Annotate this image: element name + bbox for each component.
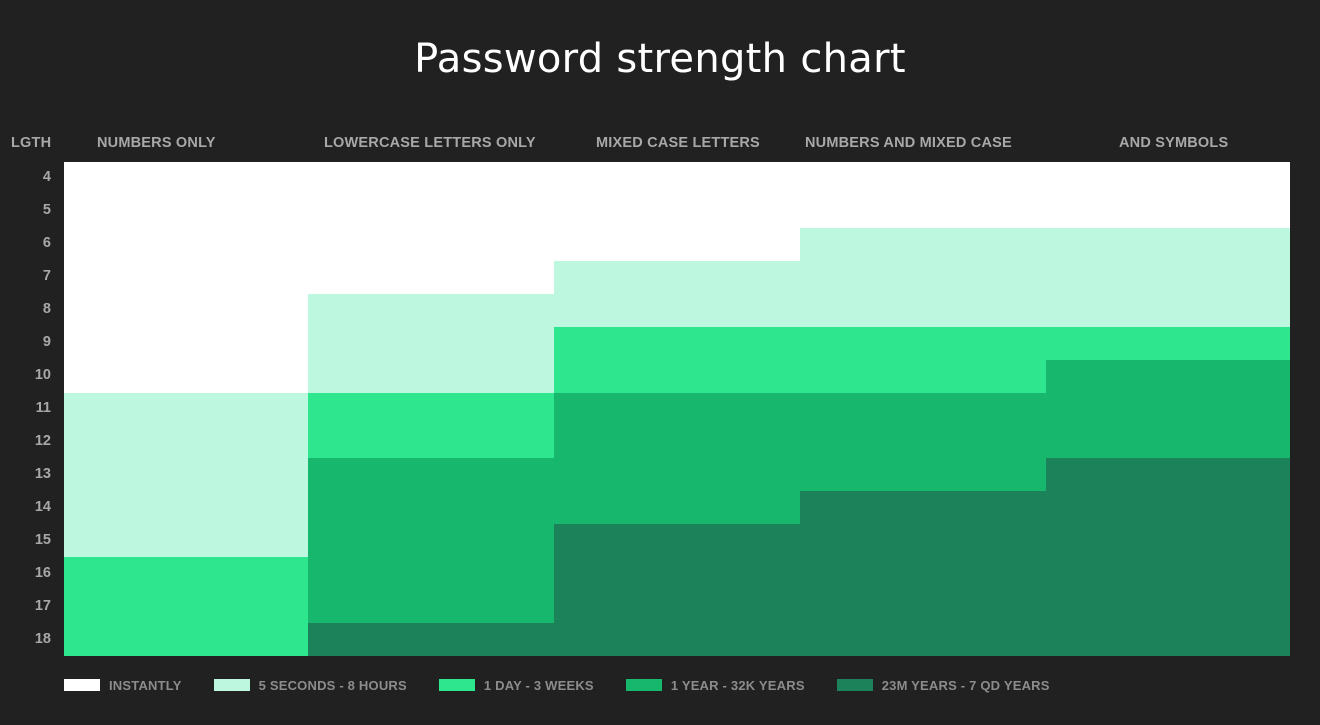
cell-block-mixed-case-letters-len-7-to-8 (554, 261, 800, 327)
legend-item-days-weeks: 1 DAY - 3 WEEKS (438, 677, 594, 693)
legend-label: 23M YEARS - 7 QD YEARS (881, 677, 1050, 693)
cell-block-numbers-only-len-16-to-18 (64, 557, 308, 656)
cell-block-numbers-and-mixed-case-len-6-to-8 (800, 228, 1046, 327)
cell-block-lowercase-letters-only-len-11-to-12 (308, 393, 554, 458)
legend-label: 1 YEAR - 32K YEARS (670, 677, 805, 693)
legend-swatch (213, 679, 250, 691)
cell-block-mixed-case-letters-len-15-to-18 (554, 524, 800, 656)
legend-swatch (836, 679, 873, 691)
cell-block-and-symbols-len-13-to-18 (1046, 458, 1290, 656)
legend-swatch (438, 679, 475, 691)
cell-block-and-symbols-len-6-to-8 (1046, 228, 1290, 327)
cell-block-and-symbols-len-9-to-9 (1046, 327, 1290, 360)
cell-block-lowercase-letters-only-len-8-to-10 (308, 294, 554, 393)
cell-block-numbers-only-len-11-to-15 (64, 393, 308, 557)
legend-item-instantly: INSTANTLY (64, 678, 182, 693)
cell-block-mixed-case-letters-len-11-to-14 (554, 393, 800, 524)
legend-label: INSTANTLY (109, 677, 182, 693)
cell-block-numbers-only-len-4-to-10 (64, 162, 308, 393)
cell-block-and-symbols-len-10-to-12 (1046, 360, 1290, 458)
legend-item-seconds-hours: 5 SECONDS - 8 HOURS (213, 677, 407, 693)
legend-label: 5 SECONDS - 8 HOURS (258, 677, 407, 693)
legend-swatch (64, 679, 100, 691)
cell-block-and-symbols-len-4-to-5 (1046, 162, 1290, 228)
cell-block-numbers-and-mixed-case-len-14-to-18 (800, 491, 1046, 656)
chart-plot-area (64, 162, 1290, 656)
legend: INSTANTLY 5 SECONDS - 8 HOURS 1 DAY - 3 … (64, 677, 1082, 693)
cell-block-lowercase-letters-only-len-18-to-18 (308, 623, 554, 656)
cell-block-mixed-case-letters-len-4-to-6 (554, 162, 800, 261)
cell-block-numbers-and-mixed-case-len-4-to-5 (800, 162, 1046, 228)
cell-block-numbers-and-mixed-case-len-11-to-13 (800, 393, 1046, 491)
legend-item-years: 1 YEAR - 32K YEARS (625, 677, 805, 693)
cell-block-mixed-case-letters-len-9-to-10 (554, 327, 800, 393)
cell-block-numbers-and-mixed-case-len-9-to-10 (800, 327, 1046, 393)
legend-item-million-years: 23M YEARS - 7 QD YEARS (836, 677, 1050, 693)
cell-block-lowercase-letters-only-len-13-to-17 (308, 458, 554, 623)
legend-label: 1 DAY - 3 WEEKS (483, 677, 594, 693)
cell-block-lowercase-letters-only-len-4-to-7 (308, 162, 554, 294)
legend-swatch (625, 679, 662, 691)
